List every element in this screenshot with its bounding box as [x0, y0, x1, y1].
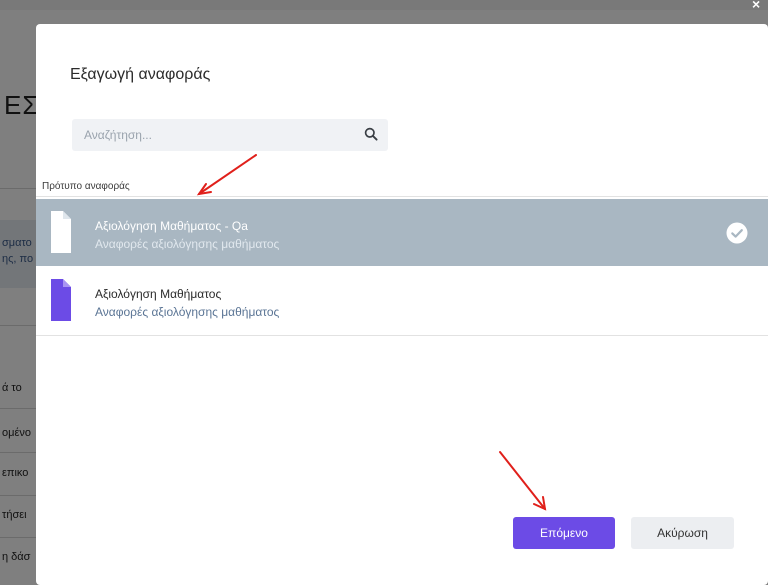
- template-title: Αξιολόγηση Μαθήματος - Qa: [95, 219, 248, 233]
- template-subtitle: Αναφορές αξιολόγησης μαθήματος: [95, 237, 280, 251]
- document-icon: [51, 211, 71, 253]
- document-icon: [51, 279, 71, 321]
- template-title: Αξιολόγηση Μαθήματος: [95, 287, 222, 301]
- template-item[interactable]: Αξιολόγηση Μαθήματος Αναφορές αξιολόγηση…: [36, 267, 768, 336]
- template-item-selected[interactable]: Αξιολόγηση Μαθήματος - Qa Αναφορές αξιολ…: [36, 199, 768, 266]
- search-icon[interactable]: [364, 127, 378, 141]
- next-button[interactable]: Επόμενο: [513, 517, 615, 549]
- dialog-title: Εξαγωγή αναφοράς: [70, 66, 211, 83]
- divider: [36, 196, 768, 197]
- search-box: [72, 119, 388, 151]
- check-circle-icon: [726, 222, 748, 244]
- search-input[interactable]: [72, 119, 352, 151]
- cancel-button[interactable]: Ακύρωση: [631, 517, 734, 549]
- export-report-dialog: Εξαγωγή αναφοράς Πρότυπο αναφοράς Αξιολό…: [36, 24, 768, 585]
- template-subtitle: Αναφορές αξιολόγησης μαθήματος: [95, 305, 280, 319]
- close-icon[interactable]: ×: [752, 0, 760, 12]
- section-label: Πρότυπο αναφοράς: [42, 181, 130, 192]
